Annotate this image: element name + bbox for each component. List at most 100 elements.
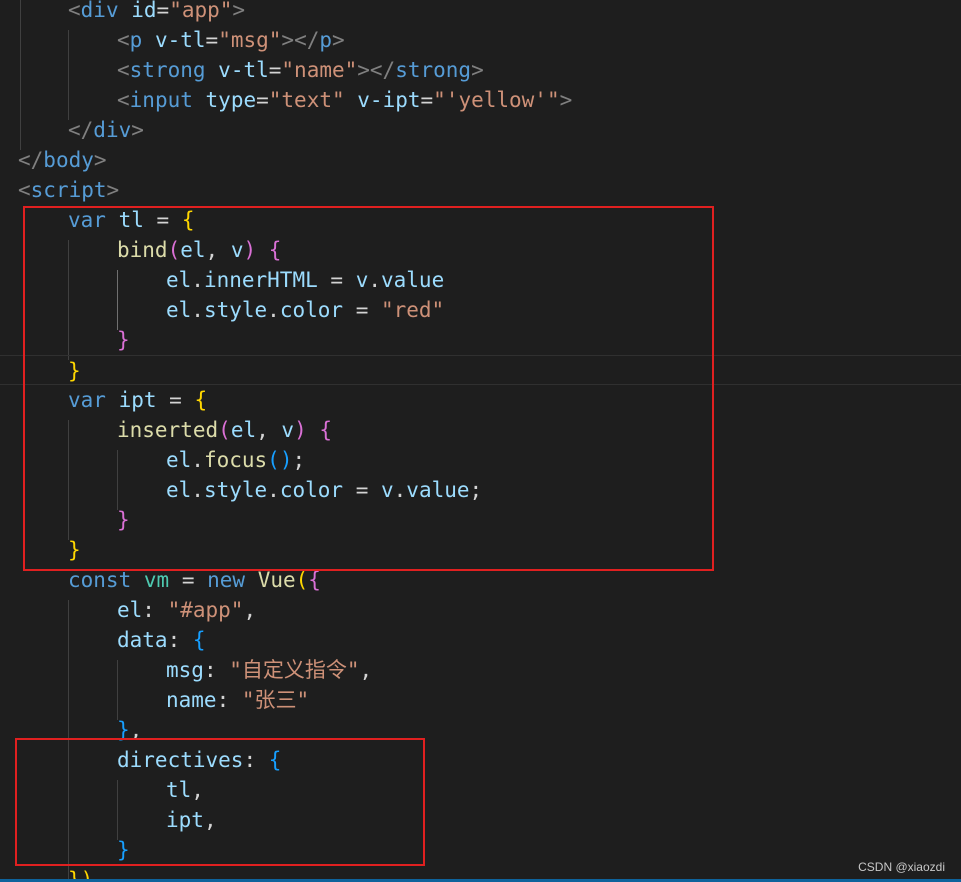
code-token: . (191, 268, 204, 292)
code-line[interactable]: directives: { (0, 745, 961, 775)
code-line[interactable]: var ipt = { (0, 385, 961, 415)
code-line-content: <strong v-tl="name"></strong> (117, 55, 484, 85)
code-token: > (332, 28, 345, 52)
code-line[interactable]: ipt, (0, 805, 961, 835)
code-line[interactable]: } (0, 835, 961, 865)
code-token: = (205, 28, 219, 52)
code-token: p (129, 28, 143, 52)
code-token: p (319, 28, 333, 52)
code-token: { (308, 568, 321, 592)
code-token: "#app" (167, 598, 244, 622)
code-line[interactable]: <input type="text" v-ipt="'yellow'"> (0, 85, 961, 115)
code-token: () (267, 448, 293, 472)
code-line[interactable]: tl, (0, 775, 961, 805)
code-token: : (243, 748, 269, 772)
code-token: ; (469, 478, 483, 502)
code-line[interactable]: msg: "自定义指令", (0, 655, 961, 685)
code-token: id (131, 0, 157, 22)
code-line[interactable]: <p v-tl="msg"></p> (0, 25, 961, 55)
code-token: el (166, 448, 192, 472)
code-token: = (156, 388, 195, 412)
code-token: inserted (117, 418, 219, 442)
code-line[interactable]: data: { (0, 625, 961, 655)
code-token: . (191, 478, 204, 502)
code-token: { (181, 208, 195, 232)
code-line[interactable]: } (0, 505, 961, 535)
code-token: . (267, 298, 280, 322)
code-line[interactable]: <strong v-tl="name"></strong> (0, 55, 961, 85)
code-token: > (93, 148, 107, 172)
code-token: el (230, 418, 257, 442)
code-token: new (207, 568, 246, 592)
code-token: const (68, 568, 132, 592)
code-token: < (18, 178, 31, 202)
code-line[interactable]: } (0, 355, 961, 385)
code-token: = (169, 568, 208, 592)
code-token: = (156, 0, 170, 22)
code-token: body (43, 148, 94, 172)
code-line[interactable]: el: "#app", (0, 595, 961, 625)
code-line[interactable]: el.style.color = "red" (0, 295, 961, 325)
code-line[interactable]: var tl = { (0, 205, 961, 235)
code-line-content: inserted(el, v) { (117, 415, 332, 445)
code-line[interactable]: } (0, 325, 961, 355)
code-line-content: bind(el, v) { (117, 235, 281, 265)
code-token: { (194, 388, 208, 412)
code-line[interactable]: bind(el, v) { (0, 235, 961, 265)
code-line[interactable]: <div id="app"> (0, 0, 961, 25)
code-line-content: var ipt = { (68, 385, 207, 415)
code-line-content: msg: "自定义指令", (166, 655, 372, 685)
code-token: v (281, 418, 295, 442)
code-token: color (279, 298, 344, 322)
code-token: tl (118, 208, 144, 232)
code-token: > (106, 178, 120, 202)
code-token: > (471, 58, 484, 82)
code-line[interactable]: const vm = new Vue({ (0, 565, 961, 595)
code-line-content: </body> (18, 145, 107, 175)
code-token: input (129, 88, 193, 112)
code-line[interactable]: } (0, 535, 961, 565)
code-token: Vue (257, 568, 296, 592)
code-token: { (268, 238, 282, 262)
code-token: } (68, 538, 81, 562)
code-line-content: tl, (166, 775, 204, 805)
code-token: { (268, 748, 282, 772)
code-line[interactable]: el.innerHTML = v.value (0, 265, 961, 295)
code-line[interactable]: </body> (0, 145, 961, 175)
code-line[interactable]: </div> (0, 115, 961, 145)
code-line[interactable]: el.focus(); (0, 445, 961, 475)
code-token: directives (117, 748, 244, 772)
code-token: > (232, 0, 246, 22)
code-token: . (393, 478, 407, 502)
code-line[interactable]: el.style.color = v.value; (0, 475, 961, 505)
code-token: , (203, 808, 217, 832)
code-token: name (166, 688, 217, 712)
code-token: v (230, 238, 244, 262)
code-token: = (343, 478, 381, 502)
code-token: } (117, 508, 130, 532)
code-line[interactable]: inserted(el, v) { (0, 415, 961, 445)
code-token: var (68, 388, 106, 412)
code-token: ipt (166, 808, 204, 832)
code-line-content: } (117, 505, 130, 535)
code-line[interactable]: <script> (0, 175, 961, 205)
code-token: } (68, 359, 81, 383)
code-token: el (180, 238, 206, 262)
code-line-content: } (68, 535, 81, 565)
code-line-content: } (117, 325, 130, 355)
code-token: = (256, 88, 269, 112)
code-line[interactable]: name: "张三" (0, 685, 961, 715)
code-token: data (117, 628, 168, 652)
code-editor[interactable]: <div id="app"> <p v-tl="msg"></p> <strong … (0, 0, 961, 882)
code-line-content: var tl = { (68, 205, 194, 235)
code-token: el (117, 598, 143, 622)
code-token: ( (218, 418, 231, 442)
code-token: v (380, 478, 394, 502)
code-token: { (192, 628, 206, 652)
code-token: > (131, 118, 144, 142)
code-line[interactable]: }, (0, 715, 961, 745)
